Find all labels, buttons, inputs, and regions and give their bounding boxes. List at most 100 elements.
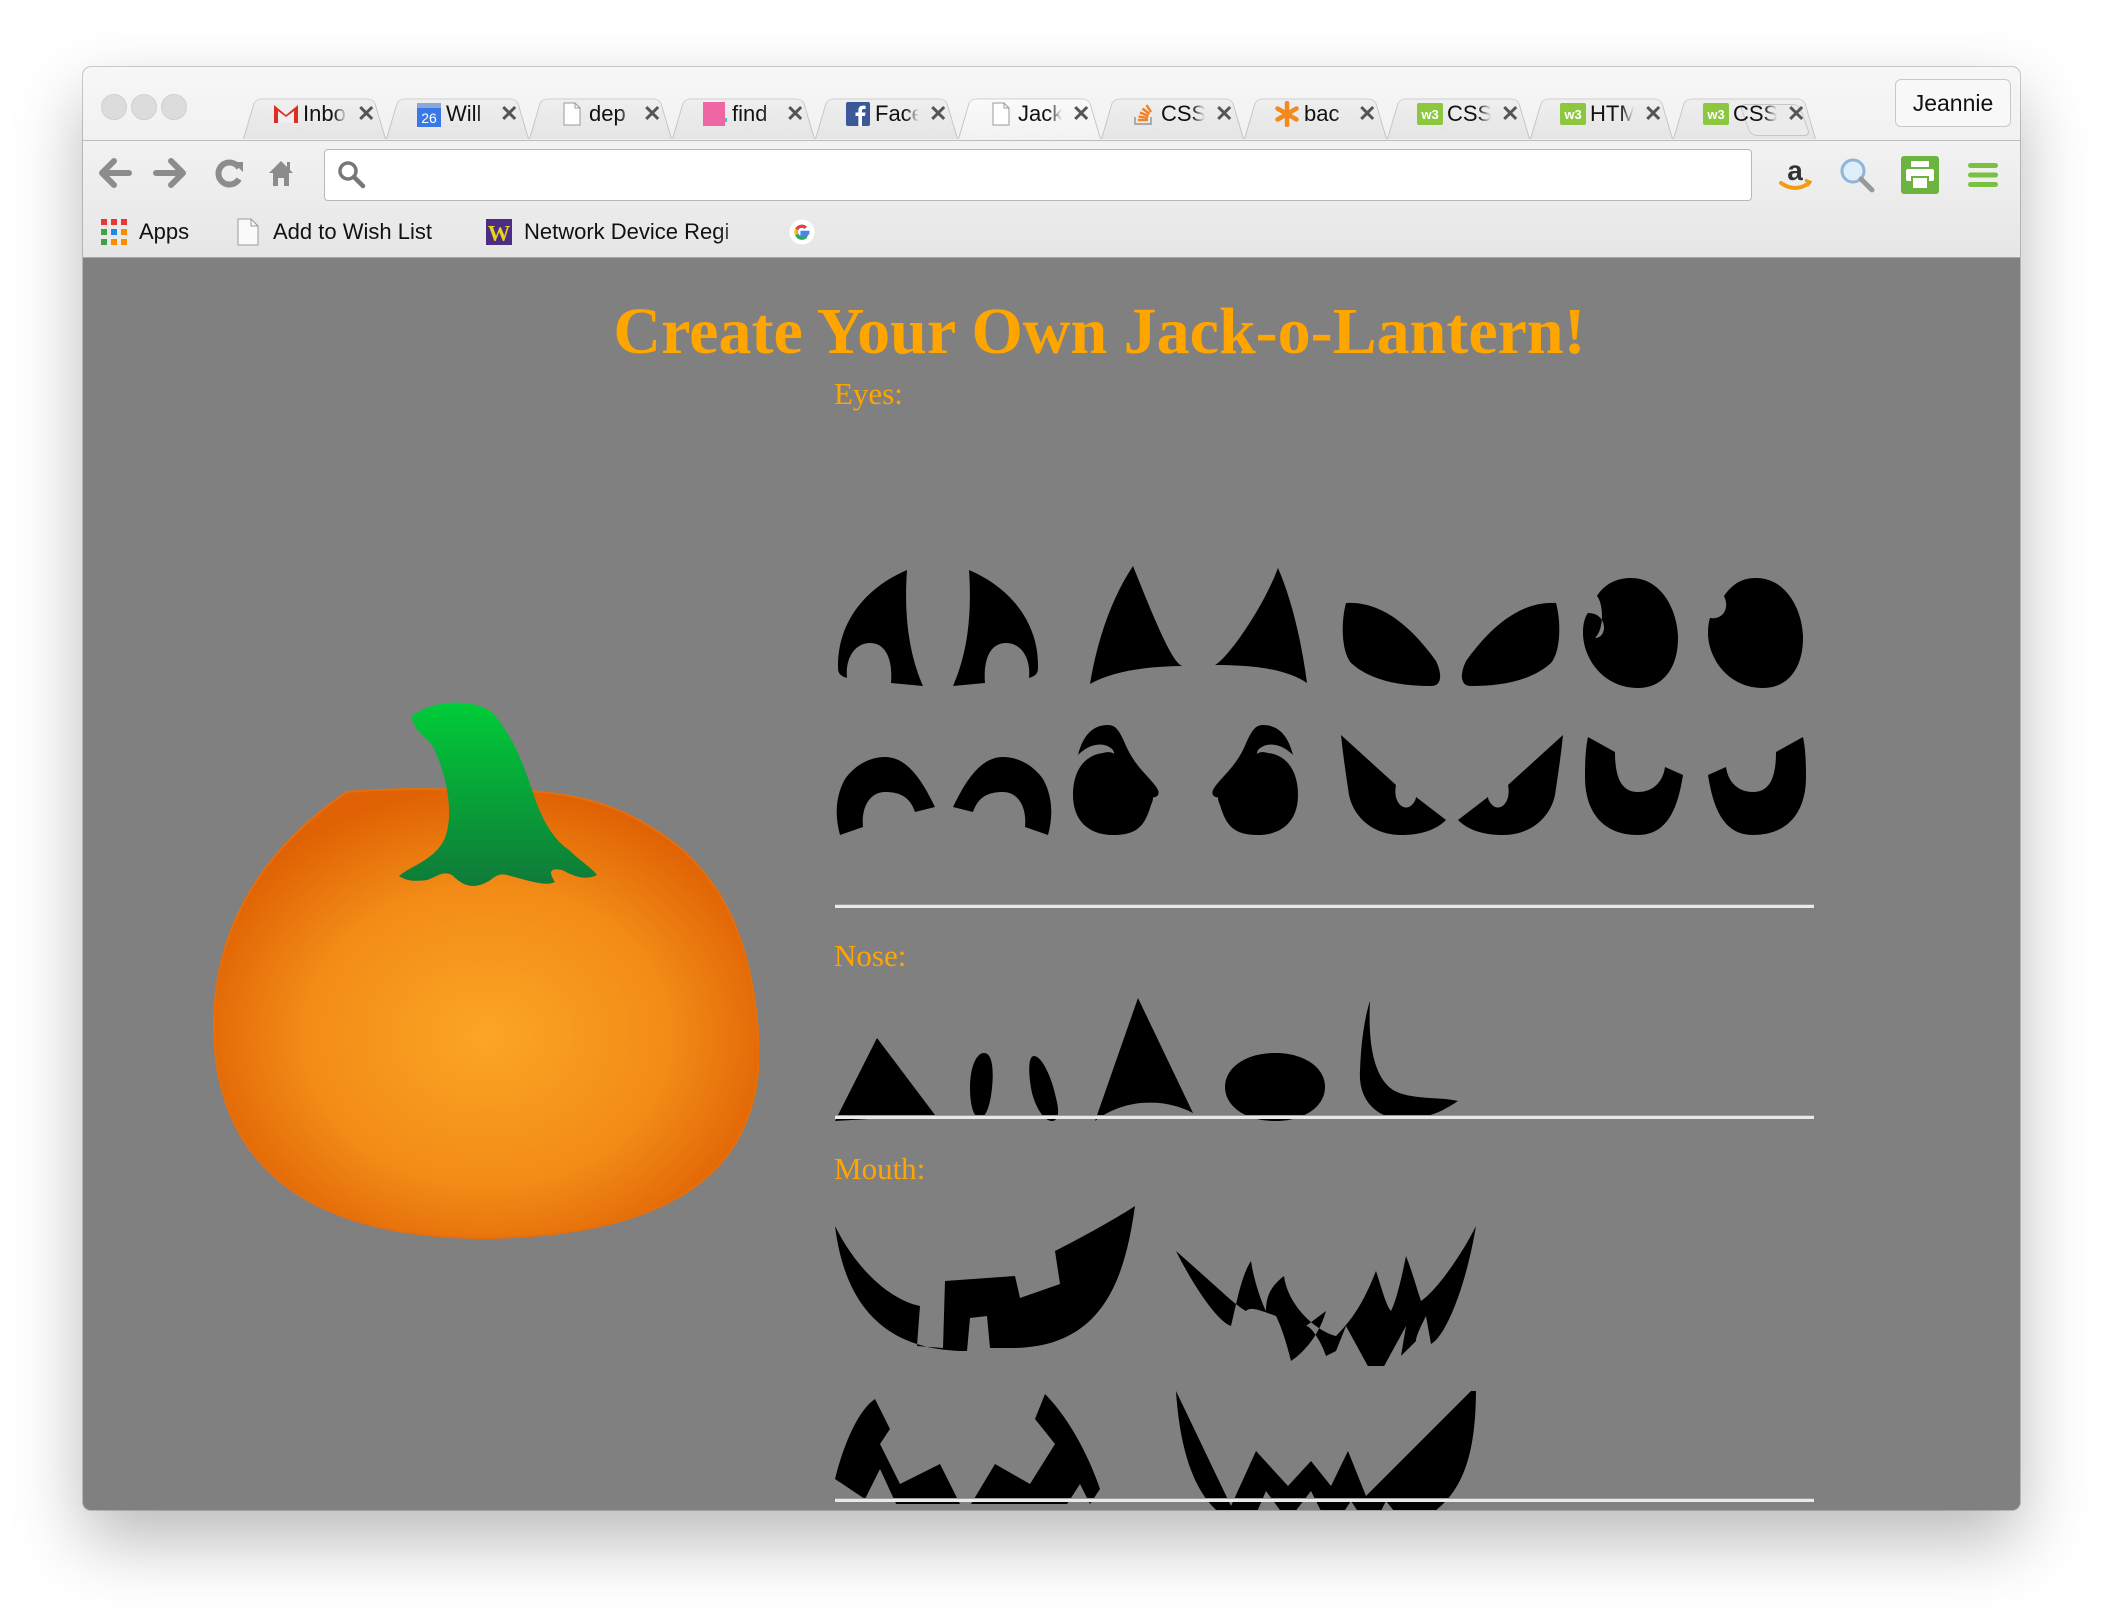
mouth-option-jagged-grin[interactable] (1176, 1226, 1476, 1366)
eye-option-triangle-right[interactable] (1213, 568, 1308, 683)
page-icon (988, 101, 1014, 127)
eye-option-brow-left[interactable] (1073, 725, 1173, 835)
tab-close-icon[interactable]: ✕ (786, 101, 804, 127)
forward-arrow-icon (153, 158, 186, 188)
eye-option-crescent-oval-left[interactable] (1583, 578, 1678, 688)
eye-option-cup-right[interactable] (1708, 737, 1808, 835)
eye-option-slant-oval-left[interactable] (1341, 601, 1444, 686)
bookmark-network-device-registration[interactable]: W Network Device Regi (486, 215, 752, 249)
minimize-window-button[interactable] (131, 94, 157, 120)
eyes-divider (835, 904, 1814, 908)
back-button[interactable] (95, 153, 135, 193)
tab-close-icon[interactable]: ✕ (643, 101, 661, 127)
asterisk-icon (1274, 101, 1300, 127)
eye-option-arch-left[interactable] (835, 757, 935, 835)
print-extension-button[interactable] (1898, 153, 1942, 197)
mouth-option-toothy-grin[interactable] (835, 1206, 1135, 1351)
facebook-icon (845, 101, 871, 127)
eye-option-angry-right[interactable] (1458, 735, 1563, 835)
tab-close-icon[interactable]: ✕ (357, 101, 375, 127)
amazon-icon: a (1779, 155, 1813, 190)
close-window-button[interactable] (101, 94, 127, 120)
tab-close-icon[interactable]: ✕ (1358, 101, 1376, 127)
eye-option-horn-left[interactable] (835, 568, 925, 688)
stackoverflow-icon (1131, 101, 1157, 127)
apps-grid-icon (101, 219, 127, 245)
back-arrow-icon (99, 158, 132, 188)
eye-option-brow-right[interactable] (1198, 725, 1298, 835)
nose-option-curved[interactable] (1358, 1001, 1458, 1119)
bookmark-apps[interactable]: Apps (101, 215, 189, 249)
tab-css-w3schools[interactable]: w3 CSS ✕ (1387, 89, 1530, 139)
calendar-icon: 26 (416, 101, 442, 127)
zoom-window-button[interactable] (161, 94, 187, 120)
tab-close-icon[interactable]: ✕ (1787, 101, 1805, 127)
bookmark-label: Add to Wish List (273, 219, 432, 244)
svg-text:a: a (1787, 155, 1803, 186)
tab-close-icon[interactable]: ✕ (929, 101, 947, 127)
tab-close-icon[interactable]: ✕ (1072, 101, 1090, 127)
w3schools-icon: w3 (1703, 101, 1729, 127)
home-icon (269, 161, 293, 186)
tab-bac[interactable]: bac ✕ (1244, 89, 1387, 139)
menu-button[interactable] (1961, 153, 2005, 197)
tab-facebook[interactable]: Face ✕ (815, 89, 958, 139)
mouth-option-zigzag[interactable] (835, 1389, 1135, 1504)
address-input[interactable] (381, 156, 1725, 196)
page-title: Create Your Own Jack-o-Lantern! (613, 295, 1586, 368)
browser-window: Inbox ✕ 26 Will ✕ dep ✕ (83, 67, 2020, 1510)
eye-option-crescent-oval-right[interactable] (1708, 578, 1803, 688)
uw-w-icon: W (486, 219, 512, 246)
nose-option-nostrils[interactable] (968, 1053, 1066, 1121)
search-icon (338, 161, 366, 189)
w3schools-icon: w3 (1560, 101, 1586, 127)
tab-inbox[interactable]: Inbox ✕ (243, 89, 386, 139)
amazon-extension-button[interactable]: a (1773, 153, 1817, 197)
tab-list: Inbox ✕ 26 Will ✕ dep ✕ (243, 89, 1816, 141)
eye-option-triangle-left[interactable] (1088, 566, 1186, 684)
nose-option-tall-triangle[interactable] (1095, 998, 1195, 1121)
bookmark-add-to-wish-list[interactable]: Add to Wish List (235, 215, 432, 249)
eye-option-angry-left[interactable] (1341, 735, 1446, 835)
tab-close-icon[interactable]: ✕ (1644, 101, 1662, 127)
bookmarks-bar: Apps Add to Wish List W Network Device R… (83, 211, 2020, 253)
mouth-label: Mouth: (834, 1151, 926, 1186)
tab-close-icon[interactable]: ✕ (500, 101, 518, 127)
eye-option-slant-oval-right[interactable] (1458, 601, 1561, 686)
google-icon (789, 219, 815, 245)
eye-option-cup-left[interactable] (1583, 737, 1683, 835)
tab-htm-w3schools[interactable]: w3 HTM ✕ (1530, 89, 1673, 139)
w3schools-icon: w3 (1417, 101, 1443, 127)
tab-jack-active[interactable]: Jack ✕ (958, 89, 1101, 139)
bookmark-google[interactable] (789, 215, 827, 249)
print-icon (1901, 156, 1939, 194)
pumpkin-canvas[interactable] (207, 690, 759, 1242)
bookmark-label: Network Device Regi (524, 219, 730, 244)
menu-icon (1968, 163, 1998, 187)
nose-option-triangle[interactable] (835, 1038, 935, 1121)
magnifier-icon (1840, 158, 1875, 193)
tab-title: CSS (1447, 101, 1491, 126)
tab-title: CSS (1733, 101, 1777, 126)
mouth-option-fanged-grin[interactable] (1176, 1391, 1476, 1510)
search-extension-button[interactable] (1835, 153, 1879, 197)
tab-dep[interactable]: dep ✕ (529, 89, 672, 139)
nose-divider (835, 1115, 1814, 1119)
forward-button[interactable] (150, 153, 190, 193)
profile-button[interactable]: Jeannie (1895, 79, 2011, 127)
nose-option-oval[interactable] (1225, 1053, 1325, 1121)
address-bar[interactable] (324, 149, 1752, 201)
bookmark-label: Apps (139, 219, 190, 244)
tab-close-icon[interactable]: ✕ (1215, 101, 1233, 127)
eye-option-horn-right[interactable] (951, 568, 1041, 688)
svg-text:w3: w3 (1563, 107, 1581, 122)
tab-find[interactable]: find ✕ (672, 89, 815, 139)
eye-option-arch-right[interactable] (953, 757, 1053, 835)
home-button[interactable] (261, 153, 301, 193)
svg-text:W: W (488, 221, 511, 246)
toolbar: a Apps Add to Wish List W Network Device… (83, 141, 2020, 258)
reload-button[interactable] (210, 153, 250, 193)
tab-css-stackoverflow[interactable]: CSS ✕ (1101, 89, 1244, 139)
tab-close-icon[interactable]: ✕ (1501, 101, 1519, 127)
tab-will[interactable]: 26 Will ✕ (386, 89, 529, 139)
